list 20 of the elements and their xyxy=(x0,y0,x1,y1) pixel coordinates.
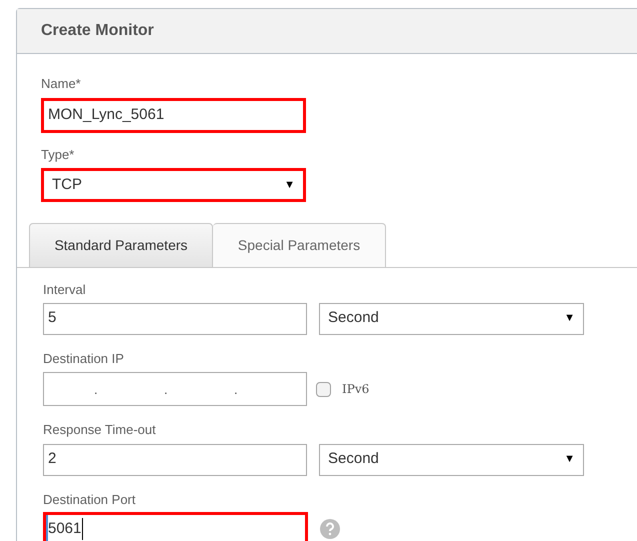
unit-dropdown[interactable]: Second ▼ xyxy=(319,444,584,476)
field-label: Interval xyxy=(43,281,87,299)
checkbox-label: IPv6 xyxy=(342,381,370,398)
unit-dropdown[interactable]: Second ▼ xyxy=(319,302,584,334)
field-label: Destination Port xyxy=(43,490,136,508)
tab[interactable]: Special Parameters xyxy=(213,223,386,268)
interval-field[interactable]: 5 xyxy=(43,302,307,334)
ip-address-field[interactable]: . . . xyxy=(43,372,307,406)
dropdown[interactable]: TCP ▼ xyxy=(41,168,306,202)
tab[interactable]: Standard Parameters xyxy=(29,223,213,268)
timeout-field[interactable]: 2 xyxy=(43,444,307,476)
port-field[interactable]: 5061 xyxy=(43,512,308,541)
checkbox[interactable] xyxy=(316,382,331,396)
name-field[interactable]: MON_Lync_5061 xyxy=(41,98,306,132)
field-label: Destination IP xyxy=(43,350,125,368)
field-label: Response Time-out xyxy=(43,421,157,439)
field-label: Name* xyxy=(41,75,82,93)
help-icon[interactable] xyxy=(320,519,340,539)
panel-title: Create Monitor xyxy=(41,21,154,41)
field-label: Type* xyxy=(41,146,76,164)
